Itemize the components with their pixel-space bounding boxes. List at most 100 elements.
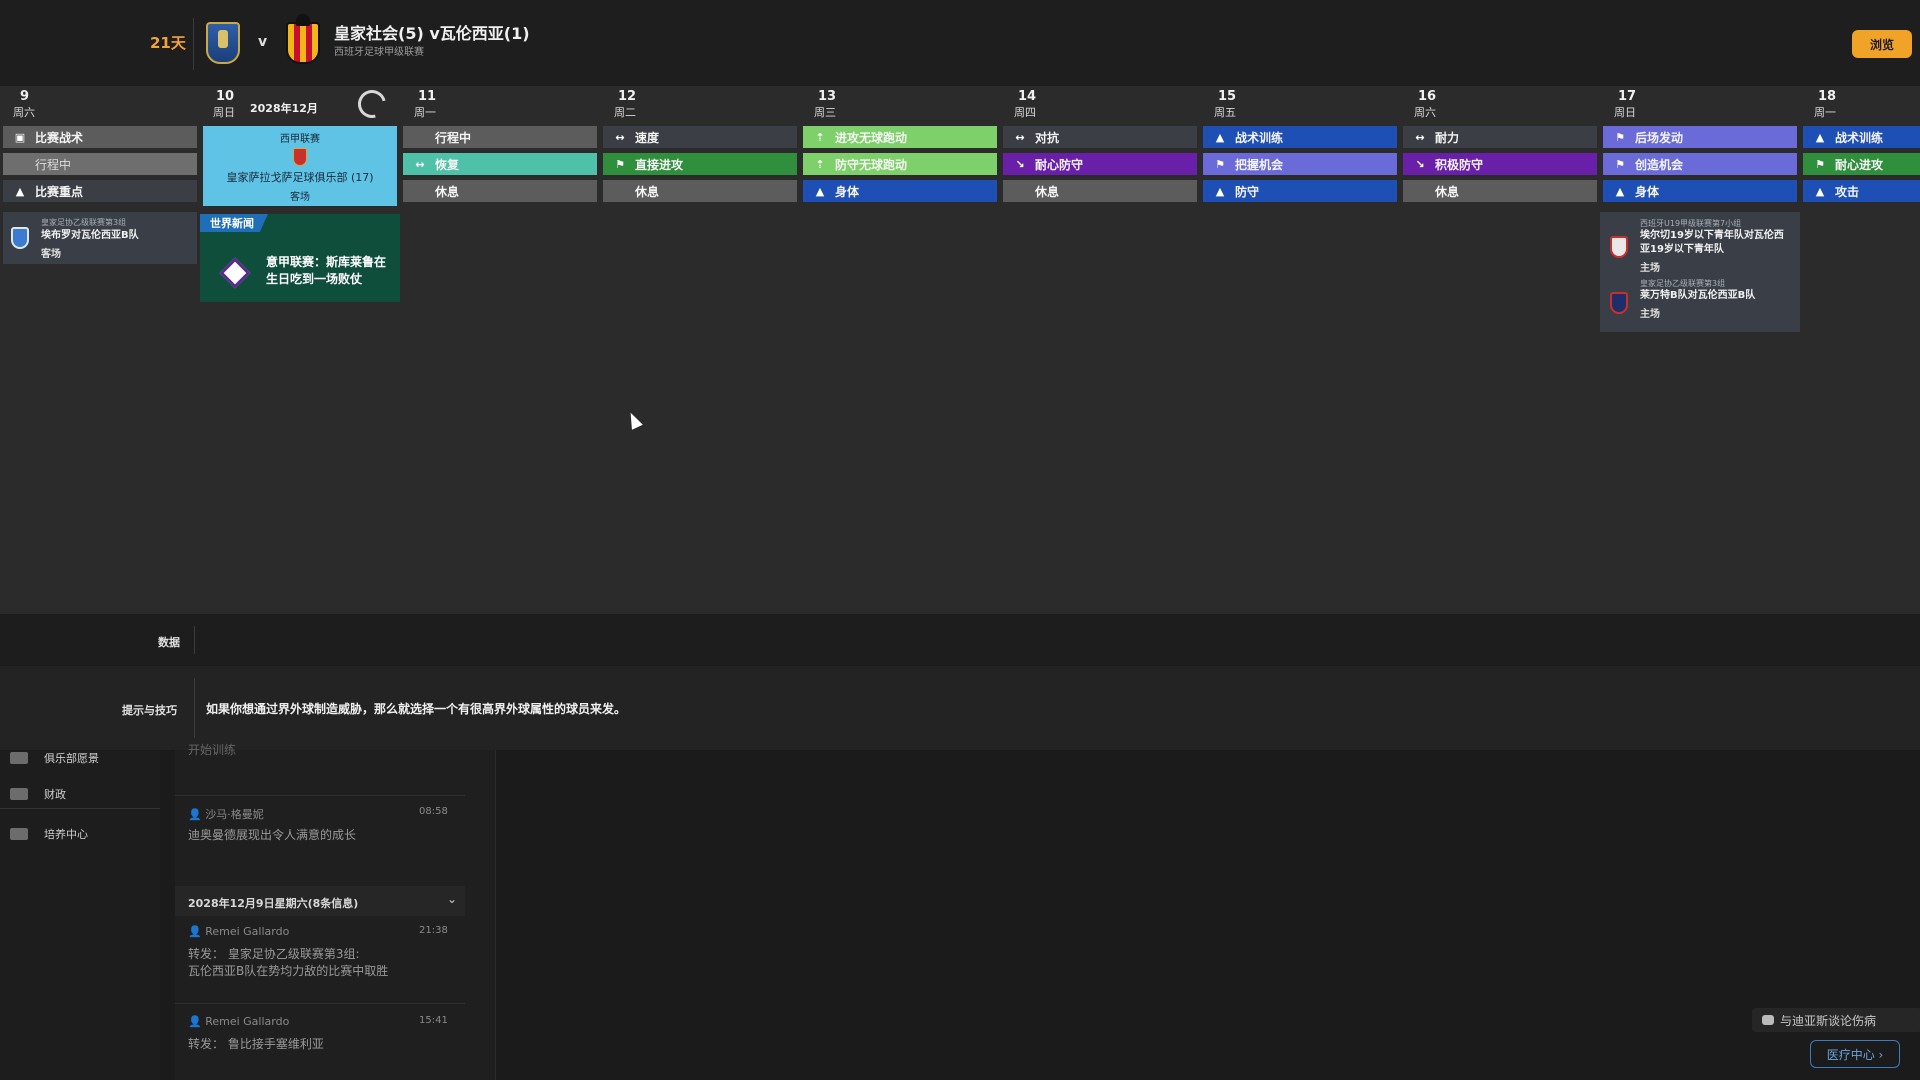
- message-body[interactable]: 转发： 皇家足协乙级联赛第3组:: [188, 946, 360, 963]
- session-aggressive-defending[interactable]: ↘ 积极防守: [1403, 153, 1597, 175]
- finance-icon: [10, 788, 28, 800]
- discuss-injury-button[interactable]: 与迪亚斯谈论伤病: [1752, 1008, 1920, 1032]
- running-icon: ⚑: [1215, 157, 1225, 171]
- news-headline: 意甲联赛：斯库莱鲁在生日吃到一场败仗: [266, 255, 387, 286]
- session-attacking-movement[interactable]: ⇡ 进攻无球跑动: [803, 126, 997, 148]
- session-defensive-movement[interactable]: ⇡ 防守无球跑动: [803, 153, 997, 175]
- date-group-header[interactable]: 2028年12月9日星期六(8条信息) ⌄: [175, 886, 465, 916]
- session-tactical-training[interactable]: ▲ 战术训练: [1203, 126, 1397, 148]
- session-rest[interactable]: 休息: [603, 180, 797, 202]
- session-chance-creation[interactable]: ⚑ 创造机会: [1603, 153, 1797, 175]
- elche-crest-icon: [1610, 236, 1628, 258]
- player-icon: ▲: [1215, 184, 1225, 198]
- session-direct-attack[interactable]: ⚑ 直接进攻: [603, 153, 797, 175]
- message-time: 08:58: [419, 806, 448, 817]
- versus-label: v: [258, 34, 268, 50]
- match-opponent: 皇家萨拉戈萨足球俱乐部 (17): [226, 171, 374, 184]
- real-sociedad-crest-icon[interactable]: [206, 22, 240, 64]
- running-icon: ⚑: [615, 157, 625, 171]
- fixture-venue: 主场: [1640, 263, 1660, 274]
- day-name: 周四: [1014, 106, 1036, 119]
- arrows-icon: ↔: [415, 157, 425, 171]
- day-name: 周六: [1414, 106, 1436, 119]
- date-group-label: 2028年12月9日星期六(8条信息): [188, 897, 359, 910]
- match-title[interactable]: 皇家社会(5) v瓦伦西亚(1): [334, 20, 530, 44]
- sidebar-item-club-vision[interactable]: 俱乐部愿景: [10, 750, 99, 766]
- message-body[interactable]: 瓦伦西亚B队在势均力敌的比赛中取胜: [188, 963, 388, 980]
- message-sender[interactable]: 👤 Remei Gallardo: [188, 1015, 289, 1028]
- fixture-match: 埃布罗对瓦伦西亚B队: [41, 230, 139, 241]
- tackle-icon: ↘: [1015, 157, 1025, 171]
- session-rest[interactable]: 休息: [403, 180, 597, 202]
- message-detail-pane: [495, 750, 1920, 1080]
- session-physical[interactable]: ▲ 身体: [803, 180, 997, 202]
- world-news-card[interactable]: 世界新闻 意甲联赛：斯库莱鲁在生日吃到一场败仗: [200, 214, 400, 302]
- day-name: 周二: [614, 106, 636, 119]
- day-number: 13: [818, 89, 837, 104]
- arrows-icon: ↔: [1015, 130, 1025, 144]
- valencia-crest-icon[interactable]: [286, 14, 320, 64]
- running-icon: ⚑: [1815, 157, 1825, 171]
- day-name: 周一: [1814, 106, 1836, 119]
- sidebar-divider: [0, 808, 160, 809]
- data-label[interactable]: 数据: [158, 634, 180, 650]
- message-body[interactable]: 转发： 鲁比接手塞维利亚: [188, 1036, 324, 1053]
- arrows-icon: ↔: [615, 130, 625, 144]
- message-time: 15:41: [419, 1015, 448, 1026]
- session-match-focus[interactable]: ▲ 比赛重点: [3, 180, 197, 202]
- session-chance-conversion[interactable]: ⚑ 把握机会: [1203, 153, 1397, 175]
- days-to-match: 21天: [150, 34, 186, 52]
- message-sender[interactable]: 👤 Remei Gallardo: [188, 925, 289, 938]
- fixture-card[interactable]: 皇家足协乙级联赛第3组 埃布罗对瓦伦西亚B队 客场: [3, 212, 197, 264]
- running-icon: ⚑: [1615, 130, 1625, 144]
- session-patient-defending[interactable]: ↘ 耐心防守: [1003, 153, 1197, 175]
- sidebar-item-development-centre[interactable]: 培养中心: [10, 826, 88, 842]
- day-name: 周三: [814, 106, 836, 119]
- session-physical[interactable]: ▲ 身体: [1603, 180, 1797, 202]
- session-travel[interactable]: 行程中: [3, 153, 197, 175]
- session-patient-attack[interactable]: ⚑ 耐心进攻: [1803, 153, 1920, 175]
- player-icon: ▲: [1615, 184, 1625, 198]
- divider: [175, 795, 465, 796]
- session-endurance[interactable]: ↔ 耐力: [1403, 126, 1597, 148]
- session-defending[interactable]: ▲ 防守: [1203, 180, 1397, 202]
- browse-button[interactable]: 浏览: [1852, 30, 1912, 58]
- running-icon: ⚑: [1615, 157, 1625, 171]
- match-competition: 西甲联赛: [280, 134, 320, 145]
- session-speed[interactable]: ↔ 速度: [603, 126, 797, 148]
- session-rest[interactable]: 休息: [1003, 180, 1197, 202]
- refresh-icon[interactable]: [352, 86, 392, 124]
- tip-text: 如果你想通过界外球制造威胁，那么就选择一个有很高界外球属性的球员来发。: [206, 702, 627, 716]
- session-match-practice[interactable]: ↔ 对抗: [1003, 126, 1197, 148]
- chevron-down-icon[interactable]: ⌄: [447, 892, 457, 906]
- match-day-card[interactable]: 西甲联赛 皇家萨拉戈萨足球俱乐部 (17) 客场: [203, 126, 397, 206]
- chat-icon: [1762, 1015, 1774, 1025]
- session-match-tactics[interactable]: ▣ 比赛战术: [3, 126, 197, 148]
- session-attacking[interactable]: ▲ 攻击: [1803, 180, 1920, 202]
- day-number: 12: [618, 89, 637, 104]
- player-icon: ▲: [15, 184, 25, 198]
- session-recovery[interactable]: ↔ 恢复: [403, 153, 597, 175]
- message-body[interactable]: 迪奥曼德展现出令人满意的成长: [188, 827, 356, 844]
- training-calendar: 9 周六 10 周日 2028年12月 11 周一 12 周二 13 周三 14…: [0, 86, 1920, 614]
- match-header: 21天 v 皇家社会(5) v瓦伦西亚(1) 西班牙足球甲级联赛 浏览: [0, 0, 1920, 86]
- day-number: 15: [1218, 89, 1237, 104]
- message-time: 21:38: [419, 925, 448, 936]
- tips-bar: 提示与技巧 如果你想通过界外球制造威胁，那么就选择一个有很高界外球属性的球员来发…: [0, 666, 1920, 750]
- session-travel[interactable]: 行程中: [403, 126, 597, 148]
- club-crest-icon: [11, 227, 29, 249]
- session-tactical-training[interactable]: ▲ 战术训练: [1803, 126, 1920, 148]
- day-number: 9: [20, 89, 30, 104]
- message-sender[interactable]: 👤 沙马·格曼妮: [188, 806, 264, 822]
- fixture-list-card[interactable]: 西班牙U19甲级联赛第7小组 埃尔切19岁以下青年队对瓦伦西亚19岁以下青年队 …: [1600, 212, 1800, 332]
- session-build-up[interactable]: ⚑ 后场发动: [1603, 126, 1797, 148]
- match-venue: 客场: [290, 192, 310, 203]
- divider: [175, 1003, 465, 1004]
- medical-centre-button[interactable]: 医疗中心 ›: [1810, 1040, 1900, 1068]
- day-number: 10: [216, 89, 235, 104]
- sidebar-item-finances[interactable]: 财政: [10, 786, 66, 802]
- clipboard-icon: ▣: [14, 130, 26, 144]
- day-name: 周五: [1214, 106, 1236, 119]
- session-rest[interactable]: 休息: [1403, 180, 1597, 202]
- fixture-competition: 皇家足协乙级联赛第3组: [1640, 279, 1726, 288]
